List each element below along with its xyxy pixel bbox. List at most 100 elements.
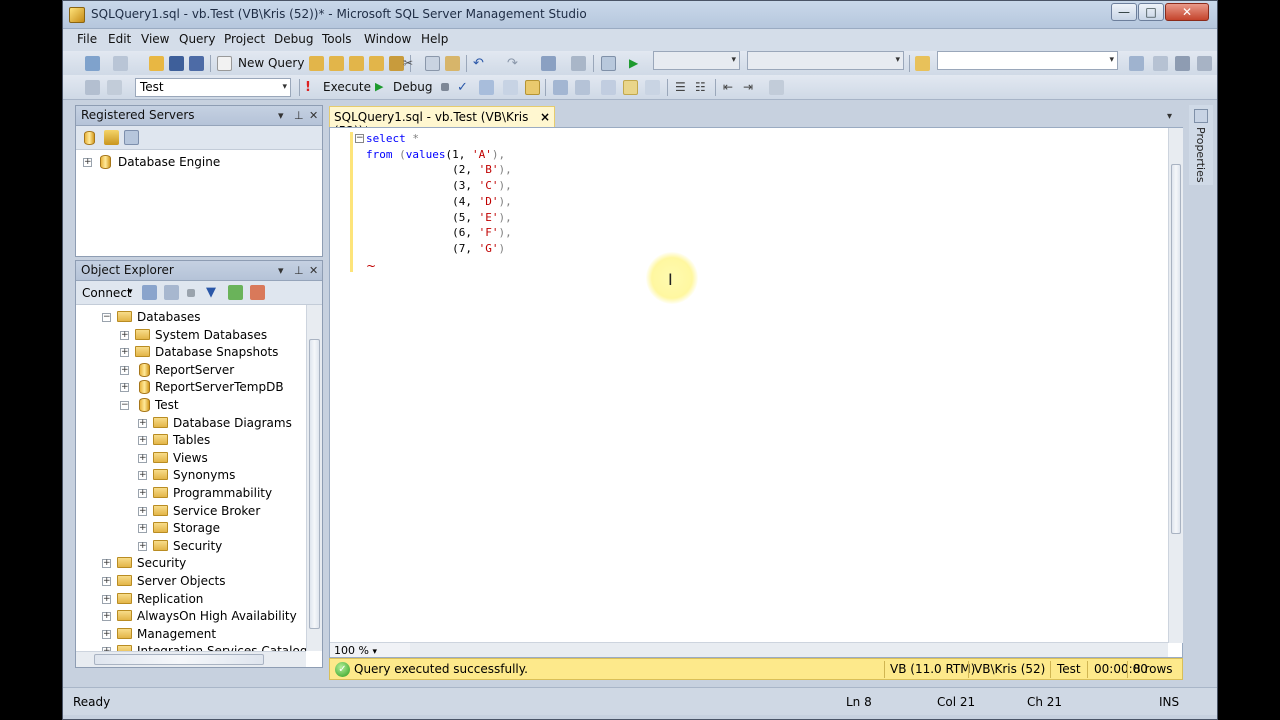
chevron-down-icon[interactable]: ▾ — [128, 287, 133, 297]
refresh-icon[interactable] — [228, 285, 243, 300]
tree-item[interactable]: + Replication — [76, 591, 306, 608]
expand-icon[interactable]: + — [120, 348, 129, 358]
decrease-indent-icon[interactable]: ⇤ — [723, 80, 738, 95]
expand-icon[interactable]: + — [102, 612, 111, 622]
increase-indent-icon[interactable]: ⇥ — [743, 80, 758, 95]
expand-icon[interactable]: + — [138, 489, 147, 498]
results-grid-icon[interactable] — [601, 80, 616, 95]
expand-icon[interactable]: + — [138, 418, 147, 428]
xmla-query-icon[interactable] — [389, 56, 404, 71]
tree-item[interactable]: − Test — [76, 397, 306, 414]
copy-icon[interactable] — [425, 56, 440, 71]
stop-icon[interactable] — [187, 289, 195, 297]
menu-view[interactable]: View — [141, 32, 169, 46]
editor-vscroll[interactable] — [1168, 128, 1183, 643]
maximize-button[interactable]: □ — [1138, 3, 1164, 21]
database-engine-icon[interactable] — [84, 131, 95, 145]
properties-tab[interactable]: Properties — [1194, 127, 1207, 183]
connect-dropdown[interactable]: Connect — [82, 286, 132, 300]
menu-file[interactable]: File — [77, 32, 97, 46]
execute-button[interactable]: Execute — [323, 80, 371, 94]
expand-icon[interactable]: + — [138, 453, 147, 463]
analysis-query-icon[interactable] — [329, 56, 344, 71]
results-text-icon[interactable] — [645, 80, 660, 95]
tree-item[interactable]: + Security — [76, 538, 306, 555]
navigate-backward-icon[interactable] — [541, 56, 556, 71]
collapse-icon[interactable]: − — [102, 313, 111, 322]
results-to-text-icon[interactable] — [525, 80, 540, 95]
disconnect-object-icon[interactable] — [164, 285, 179, 300]
start-icon[interactable]: ▶ — [629, 56, 644, 71]
cut-icon[interactable]: ✂ — [403, 56, 418, 71]
menu-window[interactable]: Window — [364, 32, 411, 46]
redo-icon[interactable]: ↷ — [507, 56, 522, 71]
cancel-query-icon[interactable] — [441, 83, 449, 91]
solution-config-dropdown[interactable]: ▾ — [653, 51, 740, 70]
dmx-query-icon[interactable] — [369, 56, 384, 71]
debug-button[interactable]: Debug — [393, 80, 432, 94]
scroll-thumb[interactable] — [1171, 164, 1181, 534]
expand-icon[interactable]: + — [102, 559, 111, 569]
execute-icon[interactable]: ! — [305, 80, 320, 95]
find-in-files-icon[interactable] — [915, 56, 930, 71]
activity-monitor-icon[interactable] — [250, 285, 265, 300]
tree-item[interactable]: + ReportServer — [76, 362, 306, 379]
options-icon[interactable] — [1197, 56, 1212, 71]
connect-icon[interactable] — [85, 80, 100, 95]
object-explorer-vscroll[interactable] — [306, 305, 322, 651]
mdx-query-icon[interactable] — [349, 56, 364, 71]
tab-close-icon[interactable]: × — [540, 110, 550, 124]
specify-values-icon[interactable] — [769, 80, 784, 95]
toolbox-icon[interactable] — [1175, 56, 1190, 71]
menu-query[interactable]: Query — [179, 32, 215, 46]
find-combo[interactable]: ▾ — [937, 51, 1118, 70]
editor-hscroll[interactable] — [410, 642, 1168, 657]
new-query-button[interactable]: New Query — [238, 56, 304, 70]
db-engine-query-icon[interactable] — [309, 56, 324, 71]
include-plan-icon[interactable] — [553, 80, 568, 95]
tree-item[interactable]: + Server Objects — [76, 573, 306, 590]
tree-item[interactable]: + ReportServerTempDB — [76, 379, 306, 396]
window-layout-icon[interactable] — [1129, 56, 1144, 71]
disconnect-icon[interactable] — [107, 80, 122, 95]
debug-icon[interactable]: ▶ — [375, 80, 390, 95]
tree-item[interactable]: +Integration Services Catalogs — [76, 643, 306, 651]
tree-item[interactable]: + Security — [76, 555, 306, 572]
filter-icon[interactable]: ▼ — [206, 285, 221, 300]
zoom-level[interactable]: 100 % ▾ — [330, 642, 410, 657]
pin-icon[interactable]: ⊥ — [294, 109, 304, 122]
menu-edit[interactable]: Edit — [108, 32, 131, 46]
tree-item[interactable]: + AlwaysOn High Availability — [76, 608, 306, 625]
tab-sqlquery1[interactable]: SQLQuery1.sql - vb.Test (VB\Kris (52))* … — [329, 106, 555, 138]
expand-icon[interactable]: + — [138, 436, 147, 446]
active-files-dropdown-icon[interactable]: ▾ — [1167, 111, 1172, 122]
tree-item[interactable]: + Programmability — [76, 485, 306, 502]
collapse-icon[interactable]: − — [355, 134, 364, 143]
undo-icon[interactable]: ↶ — [473, 56, 488, 71]
tree-item[interactable]: − Databases — [76, 309, 306, 326]
expand-icon[interactable]: + — [120, 330, 129, 340]
close-button[interactable]: ✕ — [1165, 3, 1209, 21]
save-icon[interactable] — [169, 56, 184, 71]
expand-icon[interactable]: + — [138, 524, 147, 534]
navigate-forward-icon[interactable] — [571, 56, 586, 71]
menu-debug[interactable]: Debug — [274, 32, 313, 46]
activity-monitor-icon[interactable] — [601, 56, 616, 71]
scroll-thumb[interactable] — [309, 339, 320, 629]
connect-object-icon[interactable] — [142, 285, 157, 300]
parse-icon[interactable]: ✓ — [457, 80, 472, 95]
scroll-thumb[interactable] — [94, 654, 264, 665]
uncomment-icon[interactable]: ☷ — [695, 80, 710, 95]
new-project-icon[interactable] — [85, 56, 100, 71]
pane-menu-icon[interactable]: ▾ — [278, 264, 284, 277]
results-file-icon[interactable] — [623, 80, 638, 95]
tree-item[interactable]: + Tables — [76, 432, 306, 449]
query-designer-icon[interactable] — [503, 80, 518, 95]
tree-item[interactable]: + Views — [76, 450, 306, 467]
minimize-button[interactable]: — — [1111, 3, 1137, 21]
expand-icon[interactable]: + — [120, 365, 129, 375]
pane-close-icon[interactable]: ✕ — [309, 264, 318, 277]
tree-item-database-engine[interactable]: + Database Engine — [76, 154, 306, 171]
pane-menu-icon[interactable]: ▾ — [278, 109, 284, 122]
tree-item[interactable]: + Storage — [76, 520, 306, 537]
